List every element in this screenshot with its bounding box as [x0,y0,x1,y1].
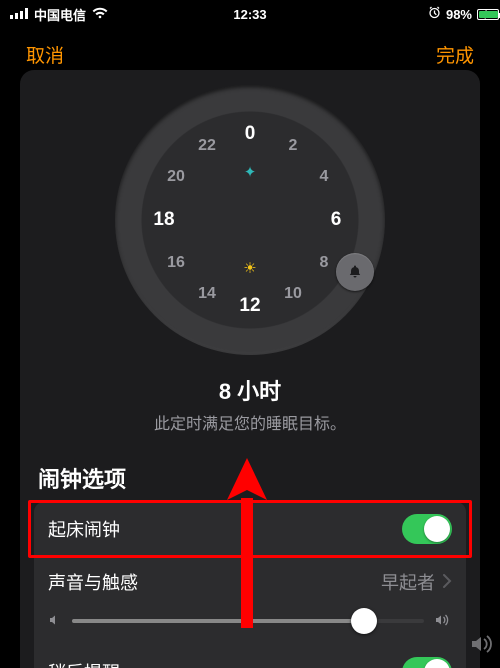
carrier-label: 中国电信 [34,5,86,24]
dial-hour-6: 6 [331,209,342,231]
dial-hour-12: 12 [239,295,260,317]
wifi-icon [92,7,108,22]
sleep-summary: 8 小时 此定时满足您的睡眠目标。 [20,370,480,456]
status-time: 12:33 [233,7,266,22]
done-button[interactable]: 完成 [436,41,474,68]
status-left: 中国电信 [10,5,108,24]
summary-subtitle: 此定时满足您的睡眠目标。 [20,410,480,434]
section-alarm-options-title: 闹钟选项 [20,456,480,502]
dial-hour-18: 18 [153,209,174,231]
sheet-card: 0 2 4 6 8 10 12 14 16 18 20 22 ✦ ☀ 8 小时 [20,70,480,668]
dial-hour-22: 22 [198,137,216,155]
volume-slider-row [34,607,466,645]
bell-icon [347,264,363,280]
signal-icon [10,7,28,22]
wake-alarm-toggle[interactable] [402,514,452,544]
wake-alarm-row[interactable]: 起床闹钟 [34,502,466,556]
screen: 中国电信 12:33 98% 取消 完成 [0,0,500,668]
dial-hour-14: 14 [198,285,216,303]
dial-hour-8: 8 [320,254,329,272]
watermark-speaker-icon [468,631,494,662]
volume-slider[interactable] [72,611,424,631]
speaker-low-icon [48,613,62,630]
snooze-toggle[interactable] [402,657,452,668]
chevron-right-icon [443,572,452,593]
snooze-row[interactable]: 稍后提醒 [34,645,466,668]
dial-hour-0: 0 [245,123,256,145]
dial-hour-2: 2 [289,137,298,155]
nav-bar: 取消 完成 [0,36,500,72]
alarm-icon [428,6,441,22]
dial-hour-20: 20 [167,168,185,186]
sleep-dial[interactable]: 0 2 4 6 8 10 12 14 16 18 20 22 ✦ ☀ [20,70,480,370]
wake-alarm-label: 起床闹钟 [48,516,402,542]
speaker-high-icon [434,613,452,630]
sun-icon: ☀ [243,259,256,277]
sound-label: 声音与触感 [48,569,381,595]
summary-title: 8 小时 [20,374,480,406]
snooze-label: 稍后提醒 [48,659,402,668]
dial-wake-handle[interactable] [336,253,374,291]
dial-hour-10: 10 [284,285,302,303]
dial-hour-4: 4 [320,168,329,186]
battery-icon [477,9,490,20]
battery-pct: 98% [446,7,472,22]
sound-value: 早起者 [381,569,435,595]
status-bar: 中国电信 12:33 98% [0,0,500,28]
cancel-button[interactable]: 取消 [26,41,64,68]
alarm-options-panel: 起床闹钟 声音与触感 早起者 [34,502,466,668]
sound-row[interactable]: 声音与触感 早起者 [34,556,466,607]
sparkle-icon: ✦ [244,163,257,181]
dial-hour-16: 16 [167,254,185,272]
status-right: 98% [428,6,490,22]
